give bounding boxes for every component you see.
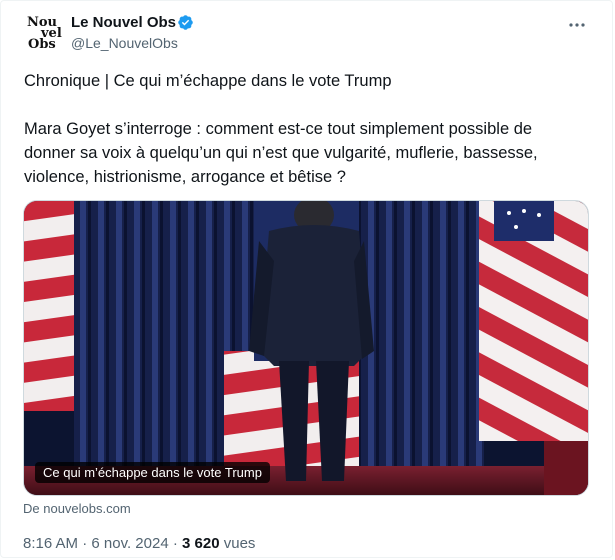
link-source[interactable]: De nouvelobs.com: [23, 501, 131, 516]
tweet-text-body: Mara Goyet s’interroge : comment est-ce …: [24, 120, 538, 186]
author-name[interactable]: Le Nouvel Obs: [71, 14, 176, 31]
separator: ·: [78, 535, 92, 552]
tweet-card: Nou vel Obs Le Nouvel Obs @Le_NouvelObs …: [0, 0, 613, 558]
views-label: vues: [219, 535, 256, 552]
link-card-title[interactable]: Ce qui m’échappe dans le vote Trump: [35, 462, 270, 483]
author-handle[interactable]: @Le_NouvelObs: [71, 35, 178, 51]
link-card-image[interactable]: [23, 200, 589, 496]
stage-photo: [24, 201, 588, 495]
tweet-date[interactable]: 6 nov. 2024: [91, 535, 168, 552]
tweet-text-title: Chronique | Ce qui m’échappe dans le vot…: [24, 72, 392, 90]
avatar-text-line: Obs: [28, 37, 56, 52]
tweet-time[interactable]: 8:16 AM: [23, 535, 78, 552]
views-count: 3 620: [182, 535, 220, 552]
verified-badge-icon[interactable]: [177, 14, 194, 31]
separator: ·: [168, 535, 183, 552]
more-horizontal-icon[interactable]: [567, 15, 587, 35]
tweet-meta: 8:16 AM · 6 nov. 2024 · 3 620 vues: [23, 535, 255, 552]
avatar[interactable]: Nou vel Obs: [21, 13, 65, 57]
